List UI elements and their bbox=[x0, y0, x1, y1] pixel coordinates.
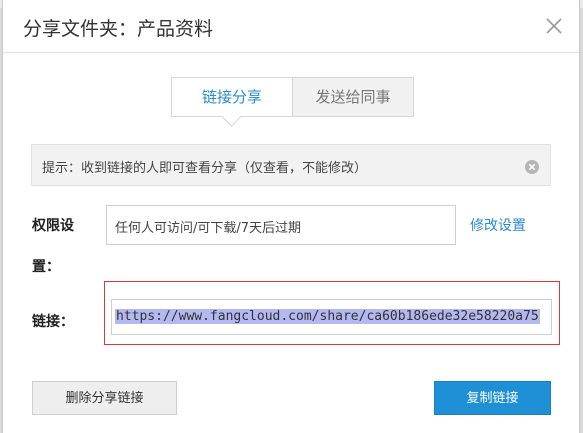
permission-value: 任何人可访问/可下载/7天后过期 bbox=[115, 221, 302, 236]
share-folder-dialog: 分享文件夹：产品资料 链接分享 发送给同事 提示：收到链接的人即可查看分享（仅查… bbox=[2, 0, 580, 433]
tab-send-to-colleague[interactable]: 发送给同事 bbox=[293, 77, 414, 117]
close-icon[interactable] bbox=[542, 14, 566, 38]
dialog-header: 分享文件夹：产品资料 bbox=[3, 0, 579, 53]
tab-link-share-label: 链接分享 bbox=[201, 88, 262, 106]
active-tab-pointer bbox=[222, 108, 241, 127]
tab-send-to-colleague-label: 发送给同事 bbox=[315, 88, 391, 106]
dialog-title: 分享文件夹：产品资料 bbox=[23, 18, 214, 40]
copy-link-button[interactable]: 复制链接 bbox=[434, 381, 551, 415]
permission-label-line1: 权限设 bbox=[32, 218, 74, 234]
share-link-input[interactable]: https://www.fangcloud.com/share/ca60b186… bbox=[111, 299, 552, 335]
share-tabs: 链接分享 发送给同事 bbox=[171, 77, 414, 127]
modify-settings-link[interactable]: 修改设置 bbox=[470, 215, 526, 235]
notice-close-icon[interactable] bbox=[525, 159, 539, 174]
link-highlight-frame: https://www.fangcloud.com/share/ca60b186… bbox=[104, 281, 560, 345]
delete-share-link-button[interactable]: 删除分享链接 bbox=[32, 381, 177, 415]
permission-field[interactable]: 任何人可访问/可下载/7天后过期 bbox=[106, 205, 456, 245]
permission-label-line2: 置： bbox=[32, 259, 60, 275]
link-label: 链接： bbox=[32, 314, 74, 330]
tab-link-share[interactable]: 链接分享 bbox=[171, 77, 293, 127]
share-link-url: https://www.fangcloud.com/share/ca60b186… bbox=[115, 309, 540, 324]
notice-text: 提示：收到链接的人即可查看分享（仅查看，不能修改） bbox=[42, 161, 368, 176]
notice-banner: 提示：收到链接的人即可查看分享（仅查看，不能修改） bbox=[31, 144, 551, 186]
